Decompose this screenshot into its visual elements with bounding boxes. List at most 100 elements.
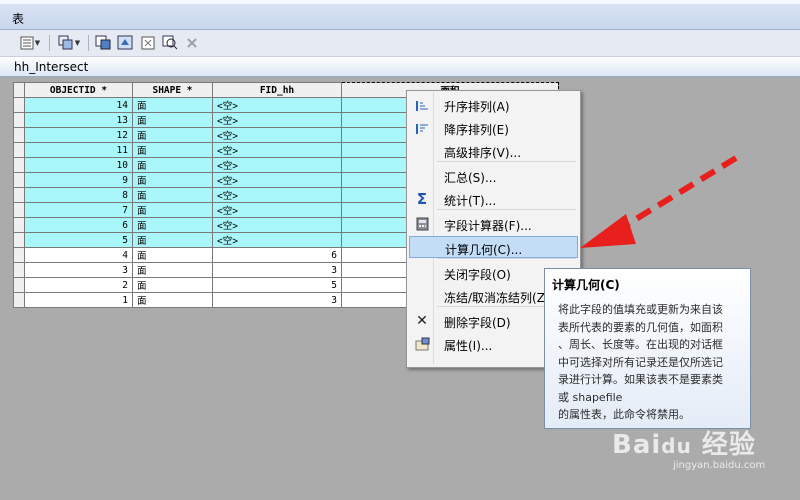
table-options-button[interactable]: ▼	[16, 34, 44, 51]
tooltip-line: 录进行计算。如果该表不是要素类	[558, 373, 723, 386]
menu-item-2[interactable]: 降序排列(E)	[409, 117, 578, 139]
cell-shape[interactable]: 面	[132, 247, 213, 263]
switch-selection-icon	[117, 35, 133, 50]
cell-shape[interactable]: 面	[132, 187, 213, 203]
cell-fid-hh[interactable]: <空>	[212, 112, 342, 128]
cell-fid-hh[interactable]: 6	[212, 247, 342, 263]
menu-item-label: 升序排列(A)	[444, 100, 510, 114]
cell-objectid[interactable]: 13	[24, 112, 133, 128]
menu-item-6[interactable]: 字段计算器(F)...	[409, 213, 578, 235]
cell-fid-hh[interactable]: <空>	[212, 187, 342, 203]
row-selector[interactable]	[13, 232, 25, 248]
select-by-attributes-button[interactable]	[94, 34, 112, 51]
clear-selection-icon	[141, 36, 155, 49]
row-selector[interactable]	[13, 172, 25, 188]
cell-fid-hh[interactable]: 5	[212, 277, 342, 293]
column-header-fid-hh[interactable]: FID_hh	[212, 82, 342, 98]
delete-selected-button[interactable]	[184, 34, 200, 51]
cell-shape[interactable]: 面	[132, 142, 213, 158]
cell-shape[interactable]: 面	[132, 292, 213, 308]
row-selector[interactable]	[13, 97, 25, 113]
calculate-geometry-tooltip: 计算几何(C) 将此字段的值填充或更新为来自该 表所代表的要素的几何值，如面积 、周…	[544, 268, 751, 429]
menu-item-5[interactable]: Σ 统计(T)...	[409, 188, 578, 210]
tooltip-line: 、周长、长度等。在出现的对话框	[558, 338, 723, 351]
cell-objectid[interactable]: 1	[24, 292, 133, 308]
chevron-down-icon: ▼	[34, 38, 41, 47]
cell-fid-hh[interactable]: <空>	[212, 157, 342, 173]
cell-objectid[interactable]: 11	[24, 142, 133, 158]
row-selector[interactable]	[13, 157, 25, 173]
switch-selection-button[interactable]	[116, 34, 134, 51]
cell-shape[interactable]: 面	[132, 157, 213, 173]
properties-icon	[414, 337, 430, 351]
zoom-to-selected-button[interactable]	[161, 34, 179, 51]
menu-item-4[interactable]: 汇总(S)...	[409, 165, 578, 187]
cell-objectid[interactable]: 6	[24, 217, 133, 233]
row-selector[interactable]	[13, 292, 25, 308]
cell-shape[interactable]: 面	[132, 127, 213, 143]
row-selector[interactable]	[13, 202, 25, 218]
cell-objectid[interactable]: 7	[24, 202, 133, 218]
toolbar-divider	[88, 35, 89, 51]
delete-icon	[187, 37, 197, 48]
menu-item-label: 字段计算器(F)...	[444, 219, 532, 233]
menu-separator	[437, 209, 576, 210]
window-titlebar: 表	[0, 0, 800, 30]
row-selector[interactable]	[13, 217, 25, 233]
menu-item-label: 冻结/取消冻结列(Z)	[444, 291, 550, 305]
cell-objectid[interactable]: 12	[24, 127, 133, 143]
menu-item-1[interactable]: 升序排列(A)	[409, 94, 578, 116]
cell-shape[interactable]: 面	[132, 172, 213, 188]
cell-shape[interactable]: 面	[132, 277, 213, 293]
cell-fid-hh[interactable]: <空>	[212, 97, 342, 113]
cell-shape[interactable]: 面	[132, 97, 213, 113]
cell-objectid[interactable]: 14	[24, 97, 133, 113]
cell-objectid[interactable]: 9	[24, 172, 133, 188]
cell-shape[interactable]: 面	[132, 262, 213, 278]
cell-objectid[interactable]: 2	[24, 277, 133, 293]
row-selector[interactable]	[13, 247, 25, 263]
menu-separator	[437, 258, 576, 259]
cell-fid-hh[interactable]: <空>	[212, 217, 342, 233]
cell-objectid[interactable]: 5	[24, 232, 133, 248]
calculator-icon	[414, 217, 430, 231]
cell-shape[interactable]: 面	[132, 112, 213, 128]
row-selector-header[interactable]	[13, 82, 25, 98]
cell-fid-hh[interactable]: 3	[212, 262, 342, 278]
row-selector[interactable]	[13, 142, 25, 158]
cell-objectid[interactable]: 3	[24, 262, 133, 278]
menu-item-label: 删除字段(D)	[444, 316, 511, 330]
menu-item-label: 关闭字段(O)	[444, 268, 511, 282]
cell-objectid[interactable]: 8	[24, 187, 133, 203]
table-tab-strip: hh_Intersect	[0, 57, 800, 77]
menu-item-7[interactable]: 计算几何(C)...	[409, 236, 578, 258]
tab-hh-intersect[interactable]: hh_Intersect	[14, 60, 88, 74]
cell-fid-hh[interactable]: <空>	[212, 127, 342, 143]
row-selector[interactable]	[13, 112, 25, 128]
tooltip-body: 将此字段的值填充或更新为来自该 表所代表的要素的几何值，如面积 、周长、长度等。在出…	[558, 301, 744, 424]
tooltip-line: 将此字段的值填充或更新为来自该	[558, 303, 723, 316]
cell-objectid[interactable]: 10	[24, 157, 133, 173]
related-tables-button[interactable]: ▼	[54, 34, 84, 51]
cell-fid-hh[interactable]: <空>	[212, 232, 342, 248]
cell-fid-hh[interactable]: <空>	[212, 202, 342, 218]
menu-item-3[interactable]: 高级排序(V)...	[409, 140, 578, 162]
cell-fid-hh[interactable]: 3	[212, 292, 342, 308]
row-selector[interactable]	[13, 277, 25, 293]
column-header-shape[interactable]: SHAPE *	[132, 82, 213, 98]
row-selector[interactable]	[13, 262, 25, 278]
related-tables-icon	[58, 35, 73, 50]
cell-fid-hh[interactable]: <空>	[212, 172, 342, 188]
column-header-objectid[interactable]: OBJECTID *	[24, 82, 133, 98]
cell-shape[interactable]: 面	[132, 202, 213, 218]
menu-item-label: 高级排序(V)...	[444, 146, 522, 160]
red-dashed-arrow	[580, 155, 738, 248]
menu-item-label: 降序排列(E)	[444, 123, 509, 137]
row-selector[interactable]	[13, 127, 25, 143]
clear-selection-button[interactable]	[140, 34, 156, 51]
cell-objectid[interactable]: 4	[24, 247, 133, 263]
cell-fid-hh[interactable]: <空>	[212, 142, 342, 158]
cell-shape[interactable]: 面	[132, 232, 213, 248]
row-selector[interactable]	[13, 187, 25, 203]
cell-shape[interactable]: 面	[132, 217, 213, 233]
